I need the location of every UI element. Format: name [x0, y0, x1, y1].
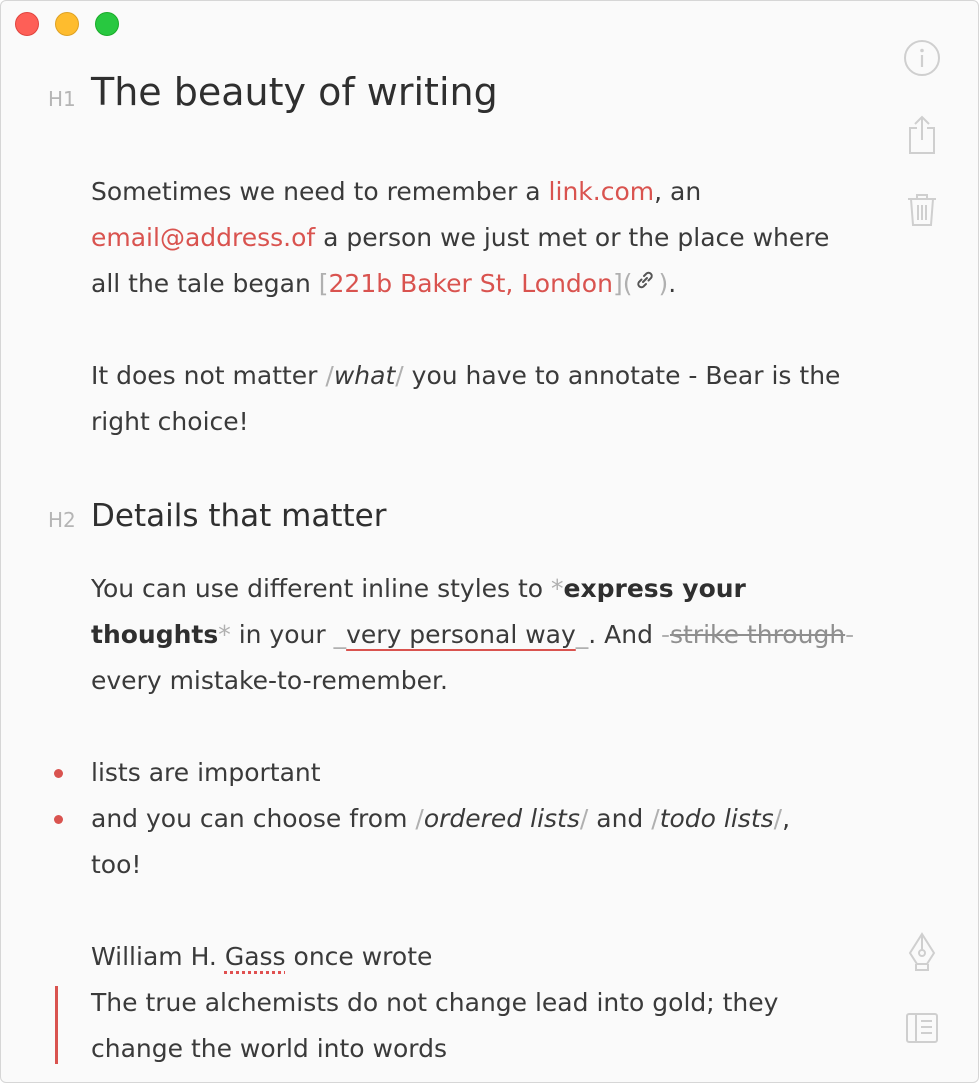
- markup-slash: /: [395, 361, 404, 390]
- para3-line1[interactable]: You can use different inline styles to *…: [91, 566, 746, 612]
- bear-editor-window: H1 The beauty of writing Sometimes we ne…: [0, 0, 979, 1083]
- text: William H.: [91, 942, 225, 971]
- blockquote-line[interactable]: The true alchemists do not change lead i…: [91, 980, 778, 1026]
- text: all the tale began: [91, 269, 319, 298]
- underlined-text: very personal way: [346, 620, 576, 649]
- markup-slash: /: [773, 804, 783, 833]
- heading1-marker: H1: [48, 87, 76, 111]
- window-controls: [15, 12, 119, 36]
- text: Sometimes we need to remember a: [91, 177, 549, 206]
- markup-bracket: ](: [612, 269, 633, 298]
- markup-star: *: [551, 574, 564, 603]
- text: you have to annotate - Bear is the: [403, 361, 841, 390]
- text: a person we just met or the place where: [315, 223, 830, 252]
- quote-intro[interactable]: William H. Gass once wrote: [91, 934, 432, 980]
- strikethrough-text: strike through: [669, 620, 846, 649]
- info-icon[interactable]: [903, 39, 941, 77]
- link-icon[interactable]: [632, 262, 658, 308]
- para2-line2[interactable]: right choice!: [91, 399, 249, 445]
- italic-text: todo lists: [659, 804, 774, 833]
- markup-paren: ): [658, 269, 669, 298]
- para3-line3[interactable]: every mistake-to-remember.: [91, 658, 448, 704]
- link-text[interactable]: link.com: [549, 177, 655, 206]
- para3-line2[interactable]: thoughts* in your _very personal way_. A…: [91, 612, 854, 658]
- text: .: [668, 269, 677, 298]
- share-icon[interactable]: [903, 114, 941, 154]
- text: . And: [588, 620, 661, 649]
- para1-line1[interactable]: Sometimes we need to remember a link.com…: [91, 169, 701, 215]
- zoom-button[interactable]: [95, 12, 119, 36]
- email-link[interactable]: email@address.of: [91, 223, 315, 252]
- place-link[interactable]: 221b Baker St, London: [329, 269, 613, 298]
- pen-icon[interactable]: [903, 931, 941, 971]
- markup-slash: /: [651, 804, 660, 833]
- minimize-button[interactable]: [55, 12, 79, 36]
- close-button[interactable]: [15, 12, 39, 36]
- text: and you can choose from: [91, 804, 416, 833]
- para1-line2[interactable]: email@address.of a person we just met or…: [91, 215, 829, 261]
- trash-icon[interactable]: [903, 191, 941, 229]
- sidebar-panel-icon[interactable]: [903, 1009, 941, 1047]
- markup-underscore: _: [575, 620, 589, 649]
- list-item[interactable]: and you can choose from /ordered lists/ …: [91, 796, 790, 842]
- list-item[interactable]: lists are important: [91, 750, 321, 796]
- text: You can use different inline styles to: [91, 574, 552, 603]
- text: once wrote: [285, 942, 433, 971]
- markup-underscore: _: [333, 620, 347, 649]
- list-bullet: [54, 815, 63, 824]
- blockquote-line[interactable]: change the world into words: [91, 1026, 447, 1072]
- blockquote-bar: [55, 986, 58, 1064]
- markup-dash: -: [660, 620, 670, 649]
- markup-dash: -: [845, 620, 855, 649]
- list-bullet: [54, 769, 63, 778]
- markup-slash: /: [325, 361, 334, 390]
- para1-line3[interactable]: all the tale began [221b Baker St, Londo…: [91, 261, 676, 308]
- heading2-text[interactable]: Details that matter: [91, 493, 386, 539]
- text: in your: [230, 620, 334, 649]
- markup-bracket: [: [318, 269, 329, 298]
- heading1-text[interactable]: The beauty of writing: [91, 69, 498, 115]
- italic-text: ordered lists: [423, 804, 580, 833]
- bold-text: express your: [563, 574, 746, 603]
- bold-text: thoughts: [91, 620, 219, 649]
- italic-text: what: [333, 361, 396, 390]
- list-item-continuation[interactable]: too!: [91, 842, 141, 888]
- text: ,: [782, 804, 791, 833]
- text: It does not matter: [91, 361, 326, 390]
- misspelled-word[interactable]: Gass: [225, 942, 286, 971]
- text: and: [588, 804, 652, 833]
- text: , an: [654, 177, 702, 206]
- markup-star: *: [218, 620, 231, 649]
- para2-line1[interactable]: It does not matter /what/ you have to an…: [91, 353, 840, 399]
- heading2-marker: H2: [48, 508, 76, 532]
- markup-slash: /: [415, 804, 424, 833]
